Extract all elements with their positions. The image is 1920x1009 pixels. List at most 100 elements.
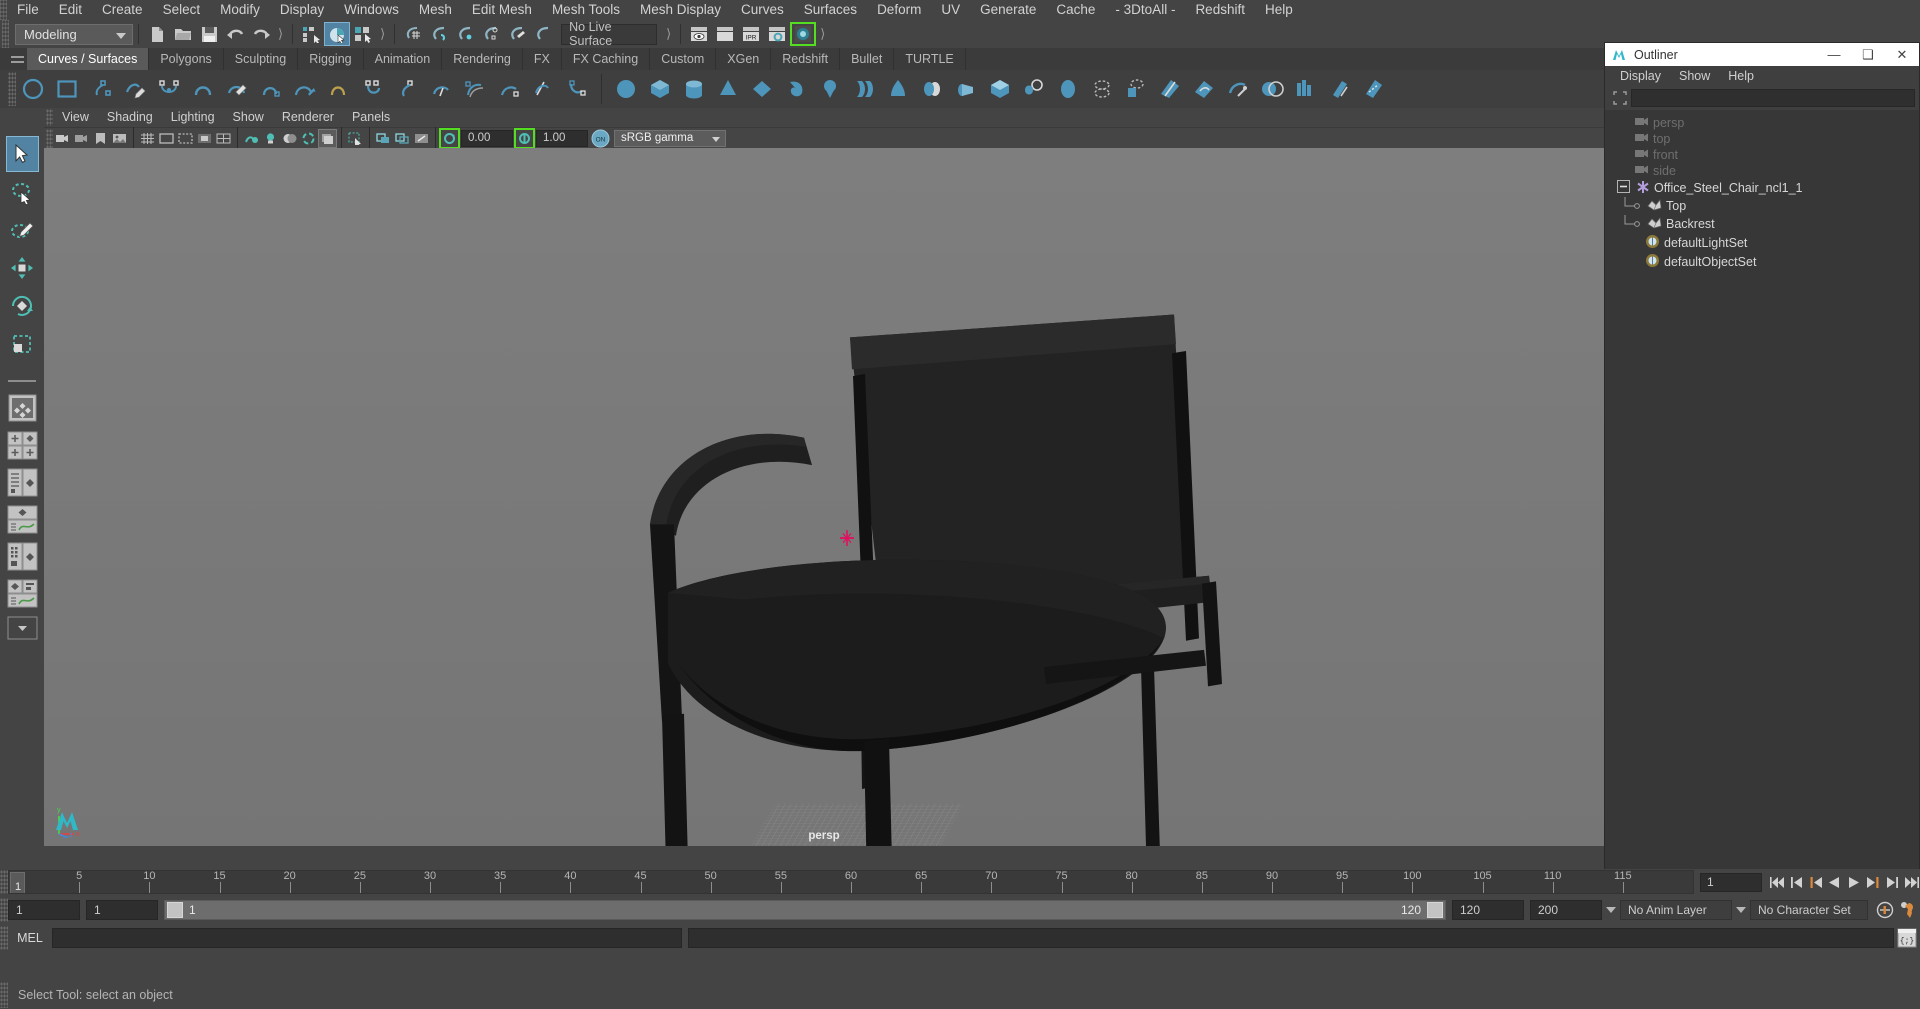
anim-layer-dropdown-arrow-icon[interactable]: [1602, 900, 1620, 920]
menu-cache[interactable]: Cache: [1046, 0, 1105, 20]
viewport-menu-view[interactable]: View: [53, 108, 98, 127]
menu-curves[interactable]: Curves: [731, 0, 794, 20]
nurbs-sphere-icon[interactable]: [609, 72, 643, 106]
film-origin-icon[interactable]: [214, 129, 233, 148]
select-by-object-type-icon[interactable]: [324, 22, 351, 46]
extrude-icon[interactable]: [949, 72, 983, 106]
select-by-hierarchy-icon[interactable]: [298, 22, 324, 46]
animation-preferences-icon[interactable]: [1896, 899, 1920, 921]
gate-mask-icon[interactable]: [195, 129, 214, 148]
collapse-handle-icon[interactable]: ⟩: [662, 26, 675, 42]
go-to-end-icon[interactable]: [1901, 871, 1920, 893]
range-left-handle[interactable]: [167, 902, 183, 918]
xray-icon[interactable]: [374, 129, 393, 148]
birail-icon[interactable]: [983, 72, 1017, 106]
snap-to-grid-icon[interactable]: [400, 22, 426, 46]
outliner-item-side-camera[interactable]: side: [1605, 163, 1919, 179]
four-view-layout-button[interactable]: [7, 431, 38, 463]
shelf-menu-button[interactable]: [7, 48, 27, 70]
outliner-item-office-steel-chair[interactable]: Office_Steel_Chair_ncl1_1: [1605, 179, 1919, 197]
menu-file[interactable]: File: [7, 0, 49, 20]
maximize-icon[interactable]: ❑: [1851, 43, 1885, 66]
viewport-toolbar-gripper[interactable]: [46, 128, 53, 148]
current-frame-field[interactable]: 1: [1700, 872, 1762, 892]
redo-icon[interactable]: [248, 22, 274, 46]
shelf-tab-redshift[interactable]: Redshift: [771, 48, 841, 70]
menu-mesh[interactable]: Mesh: [409, 0, 462, 20]
trim-tool-icon[interactable]: [1221, 72, 1255, 106]
outliner-title-bar[interactable]: Outliner — ❑ ✕: [1605, 43, 1919, 66]
viewport-menu-shading[interactable]: Shading: [98, 108, 162, 127]
outliner-menu-show[interactable]: Show: [1670, 66, 1719, 86]
playback-end-time-field[interactable]: 120: [1452, 900, 1524, 920]
menu-set-selector[interactable]: Modeling: [15, 23, 133, 45]
move-tool-button[interactable]: [6, 250, 39, 286]
nurbs-square-icon[interactable]: [50, 72, 84, 106]
open-scene-icon[interactable]: [170, 22, 196, 46]
menu-create[interactable]: Create: [92, 0, 153, 20]
go-to-start-icon[interactable]: [1768, 871, 1787, 893]
menu-redshift[interactable]: Redshift: [1185, 0, 1255, 20]
minimize-icon[interactable]: —: [1817, 43, 1851, 66]
shelf-tab-fx[interactable]: FX: [522, 48, 562, 70]
detach-curves-icon[interactable]: [288, 72, 322, 106]
more-layouts-dropdown-button[interactable]: [7, 616, 38, 643]
hypershade-icon[interactable]: [790, 22, 817, 46]
command-language-label[interactable]: MEL: [8, 931, 52, 945]
render-settings-icon[interactable]: [764, 22, 790, 46]
anim-start-time-field[interactable]: 1: [8, 900, 80, 920]
outliner-menu-help[interactable]: Help: [1719, 66, 1763, 86]
shelf-tab-rigging[interactable]: Rigging: [298, 48, 364, 70]
ipr-render-icon[interactable]: IPR: [738, 22, 764, 46]
revolve-icon[interactable]: [847, 72, 881, 106]
color-space-selector[interactable]: sRGB gamma: [614, 129, 726, 147]
stitch-surfaces-icon[interactable]: [1357, 72, 1391, 106]
persp-graph-outliner-layout-button[interactable]: [7, 579, 38, 611]
snap-to-curve-icon[interactable]: [426, 22, 452, 46]
snap-to-point-icon[interactable]: [452, 22, 478, 46]
render-current-frame-icon[interactable]: [712, 22, 738, 46]
square-surface-icon[interactable]: [1051, 72, 1085, 106]
camera-attributes-icon[interactable]: [72, 129, 91, 148]
nurbs-plane-icon[interactable]: [745, 72, 779, 106]
xray-active-components-icon[interactable]: [412, 129, 431, 148]
attach-curves-icon[interactable]: [254, 72, 288, 106]
character-set-dropdown-arrow-icon[interactable]: [1732, 900, 1750, 920]
outliner-persp-layout-button[interactable]: [7, 468, 38, 500]
duplicate-surface-curves-icon[interactable]: [526, 72, 560, 106]
current-time-indicator[interactable]: 1: [10, 872, 25, 893]
collapse-handle-icon[interactable]: ⟩: [816, 26, 829, 42]
menu-mesh-display[interactable]: Mesh Display: [630, 0, 731, 20]
viewport-menu-panels[interactable]: Panels: [343, 108, 399, 127]
menu-edit-mesh[interactable]: Edit Mesh: [462, 0, 542, 20]
bevel-plus-icon[interactable]: [1119, 72, 1153, 106]
arc-tool-icon[interactable]: [186, 72, 220, 106]
menu-generate[interactable]: Generate: [970, 0, 1046, 20]
curve-edit-tool-icon[interactable]: [220, 72, 254, 106]
nurbs-circle-prim-icon[interactable]: [813, 72, 847, 106]
menu-bar-gripper[interactable]: [0, 0, 7, 20]
open-close-curves-icon[interactable]: [356, 72, 390, 106]
menu-display[interactable]: Display: [270, 0, 334, 20]
render-view-icon[interactable]: [686, 22, 712, 46]
planar-icon[interactable]: [915, 72, 949, 106]
select-by-component-type-icon[interactable]: [350, 22, 376, 46]
help-line-gripper[interactable]: [0, 982, 8, 1008]
range-right-handle[interactable]: [1427, 902, 1443, 918]
character-set-selector[interactable]: No Character Set: [1750, 900, 1868, 920]
menu-modify[interactable]: Modify: [210, 0, 270, 20]
viewport-menu-renderer[interactable]: Renderer: [273, 108, 343, 127]
color-management-icon[interactable]: ON: [590, 129, 611, 148]
save-scene-icon[interactable]: [196, 22, 222, 46]
range-slider-gripper[interactable]: [0, 898, 8, 922]
nurbs-circle-icon[interactable]: [16, 72, 50, 106]
paint-select-tool-button[interactable]: [6, 212, 39, 248]
shelf-tab-bullet[interactable]: Bullet: [840, 48, 895, 70]
shelf-tab-rendering[interactable]: Rendering: [442, 48, 523, 70]
bezier-curve-tool-icon[interactable]: [152, 72, 186, 106]
auto-key-icon[interactable]: [1874, 899, 1896, 921]
image-plane-icon[interactable]: [110, 129, 129, 148]
step-forward-frame-icon[interactable]: [1863, 871, 1882, 893]
isolate-select-icon[interactable]: [346, 129, 365, 148]
surface-fillet-icon[interactable]: [1323, 72, 1357, 106]
